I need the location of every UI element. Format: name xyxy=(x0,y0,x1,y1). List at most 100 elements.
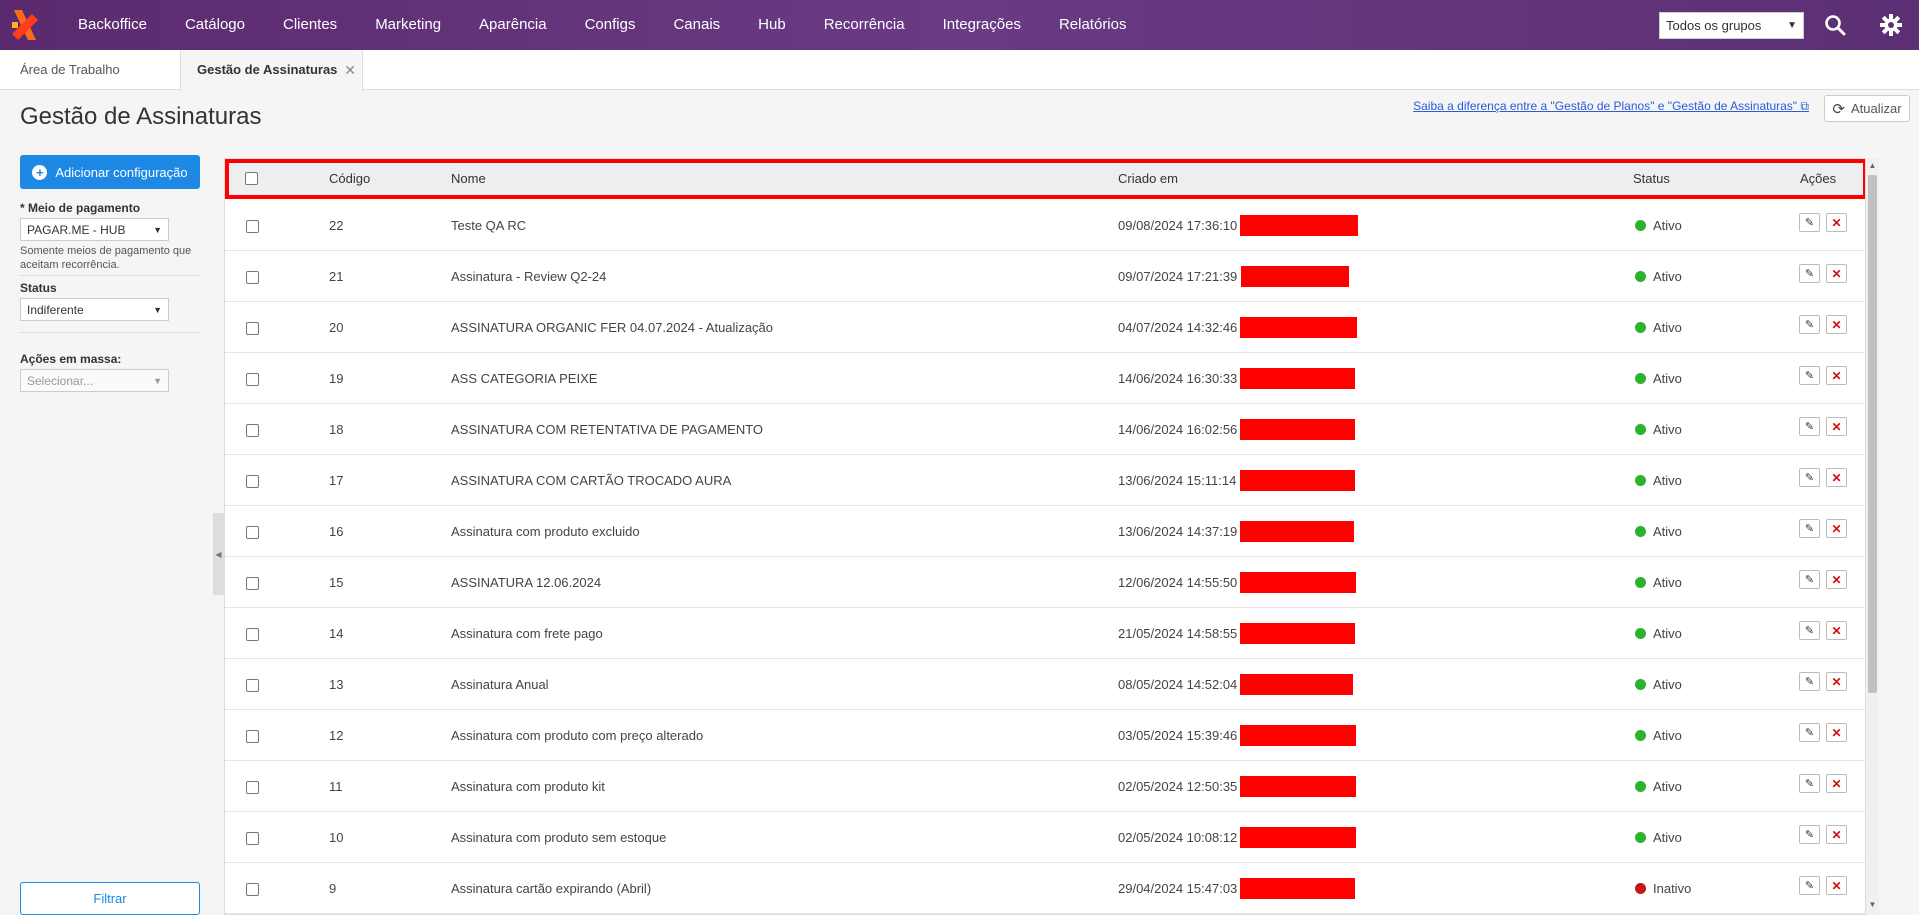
header-created[interactable]: Criado em xyxy=(1118,163,1178,195)
edit-button[interactable]: ✎ xyxy=(1799,519,1820,538)
row-created: 03/05/2024 15:39:46 - xyxy=(1118,728,1246,743)
nav-item-clientes[interactable]: Clientes xyxy=(264,0,356,50)
nav-item-canais[interactable]: Canais xyxy=(654,0,739,50)
row-checkbox[interactable] xyxy=(246,220,259,233)
close-icon: ✕ xyxy=(1831,725,1842,740)
redacted-block xyxy=(1240,419,1355,440)
edit-button[interactable]: ✎ xyxy=(1799,213,1820,232)
row-code: 16 xyxy=(329,524,344,539)
row-name: Teste QA RC xyxy=(451,218,527,233)
edit-button[interactable]: ✎ xyxy=(1799,264,1820,283)
row-checkbox[interactable] xyxy=(246,424,259,437)
edit-button[interactable]: ✎ xyxy=(1799,315,1820,334)
delete-button[interactable]: ✕ xyxy=(1826,621,1847,640)
help-link[interactable]: Saiba a diferença entre a "Gestão de Pla… xyxy=(1413,99,1809,114)
status-dot-icon xyxy=(1635,628,1646,640)
close-icon: ✕ xyxy=(1831,674,1842,689)
nav-item-configs[interactable]: Configs xyxy=(566,0,655,50)
status-dot-icon xyxy=(1635,322,1646,334)
payment-method-help: Somente meios de pagamento que aceitam r… xyxy=(20,245,192,271)
edit-button[interactable]: ✎ xyxy=(1799,876,1820,895)
delete-button[interactable]: ✕ xyxy=(1826,468,1847,487)
nav-item-aparencia[interactable]: Aparência xyxy=(460,0,566,50)
row-checkbox[interactable] xyxy=(246,679,259,692)
edit-button[interactable]: ✎ xyxy=(1799,417,1820,436)
nav-item-recorrencia[interactable]: Recorrência xyxy=(805,0,924,50)
filter-button[interactable]: Filtrar xyxy=(20,882,200,915)
status-select[interactable]: Indiferente ▼ xyxy=(20,298,169,321)
nav-item-hub[interactable]: Hub xyxy=(739,0,805,50)
nav-item-catalogo[interactable]: Catálogo xyxy=(166,0,264,50)
row-checkbox[interactable] xyxy=(246,373,259,386)
edit-button[interactable]: ✎ xyxy=(1799,672,1820,691)
select-all-checkbox[interactable] xyxy=(245,172,258,185)
tab-area-de-trabalho[interactable]: Área de Trabalho xyxy=(0,50,140,90)
search-icon[interactable] xyxy=(1822,12,1848,38)
gear-icon[interactable] xyxy=(1878,12,1904,38)
delete-button[interactable]: ✕ xyxy=(1826,723,1847,742)
delete-button[interactable]: ✕ xyxy=(1826,570,1847,589)
chevron-down-icon: ▼ xyxy=(153,375,162,386)
row-checkbox[interactable] xyxy=(246,883,259,896)
row-code: 12 xyxy=(329,728,344,743)
status-dot-icon xyxy=(1635,424,1646,436)
edit-button[interactable]: ✎ xyxy=(1799,723,1820,742)
row-checkbox[interactable] xyxy=(246,781,259,794)
row-checkbox[interactable] xyxy=(246,628,259,641)
sidebar-collapse-handle[interactable]: ◀ xyxy=(213,513,224,595)
row-checkbox[interactable] xyxy=(246,832,259,845)
header-name[interactable]: Nome xyxy=(451,163,486,195)
redacted-block xyxy=(1240,827,1356,848)
row-checkbox[interactable] xyxy=(246,730,259,743)
edit-button[interactable]: ✎ xyxy=(1799,366,1820,385)
row-checkbox[interactable] xyxy=(246,322,259,335)
delete-button[interactable]: ✕ xyxy=(1826,417,1847,436)
delete-button[interactable]: ✕ xyxy=(1826,264,1847,283)
group-select[interactable]: Todos os grupos ▼ xyxy=(1659,12,1804,39)
edit-button[interactable]: ✎ xyxy=(1799,570,1820,589)
edit-button[interactable]: ✎ xyxy=(1799,621,1820,640)
scroll-up-icon[interactable]: ▲ xyxy=(1866,159,1879,173)
status-badge: Ativo xyxy=(1635,302,1682,353)
delete-button[interactable]: ✕ xyxy=(1826,672,1847,691)
scroll-down-icon[interactable]: ▼ xyxy=(1866,898,1879,912)
add-configuration-button[interactable]: + Adicionar configuração xyxy=(20,155,200,189)
pencil-icon: ✎ xyxy=(1804,778,1815,790)
delete-button[interactable]: ✕ xyxy=(1826,366,1847,385)
nav-item-marketing[interactable]: Marketing xyxy=(356,0,460,50)
edit-button[interactable]: ✎ xyxy=(1799,825,1820,844)
nav-item-backoffice[interactable]: Backoffice xyxy=(50,0,166,50)
row-created: 21/05/2024 14:58:55 - xyxy=(1118,626,1246,641)
nav-item-relatorios[interactable]: Relatórios xyxy=(1040,0,1146,50)
status-badge: Ativo xyxy=(1635,404,1682,455)
bulk-actions-select[interactable]: Selecionar... ▼ xyxy=(20,369,169,392)
delete-button[interactable]: ✕ xyxy=(1826,774,1847,793)
delete-button[interactable]: ✕ xyxy=(1826,315,1847,334)
header-status[interactable]: Status xyxy=(1633,163,1670,195)
divider xyxy=(20,275,200,276)
row-code: 21 xyxy=(329,269,344,284)
table-row: 9 Assinatura cartão expirando (Abril) 29/0… xyxy=(225,863,1865,914)
row-checkbox[interactable] xyxy=(246,526,259,539)
status-dot-icon xyxy=(1635,475,1646,487)
nav-item-integracoes[interactable]: Integrações xyxy=(924,0,1040,50)
refresh-button[interactable]: ⟳ Atualizar xyxy=(1824,95,1910,122)
close-icon[interactable]: ✕ xyxy=(344,50,356,90)
row-checkbox[interactable] xyxy=(246,577,259,590)
scrollbar-thumb[interactable] xyxy=(1868,175,1877,693)
row-checkbox[interactable] xyxy=(246,475,259,488)
redacted-block xyxy=(1240,521,1354,542)
table-row: 14 Assinatura com frete pago 21/05/2024 14… xyxy=(225,608,1865,659)
payment-method-label: * Meio de pagamento xyxy=(20,201,141,215)
payment-method-select[interactable]: PAGAR.ME - HUB ▼ xyxy=(20,218,169,241)
delete-button[interactable]: ✕ xyxy=(1826,825,1847,844)
edit-button[interactable]: ✎ xyxy=(1799,468,1820,487)
delete-button[interactable]: ✕ xyxy=(1826,519,1847,538)
tab-gestao-de-assinaturas[interactable]: Gestão de Assinaturas ✕ xyxy=(180,50,363,91)
edit-button[interactable]: ✎ xyxy=(1799,774,1820,793)
row-checkbox[interactable] xyxy=(246,271,259,284)
header-code[interactable]: Código xyxy=(329,163,370,195)
delete-button[interactable]: ✕ xyxy=(1826,876,1847,895)
delete-button[interactable]: ✕ xyxy=(1826,213,1847,232)
app-logo[interactable] xyxy=(0,0,50,50)
